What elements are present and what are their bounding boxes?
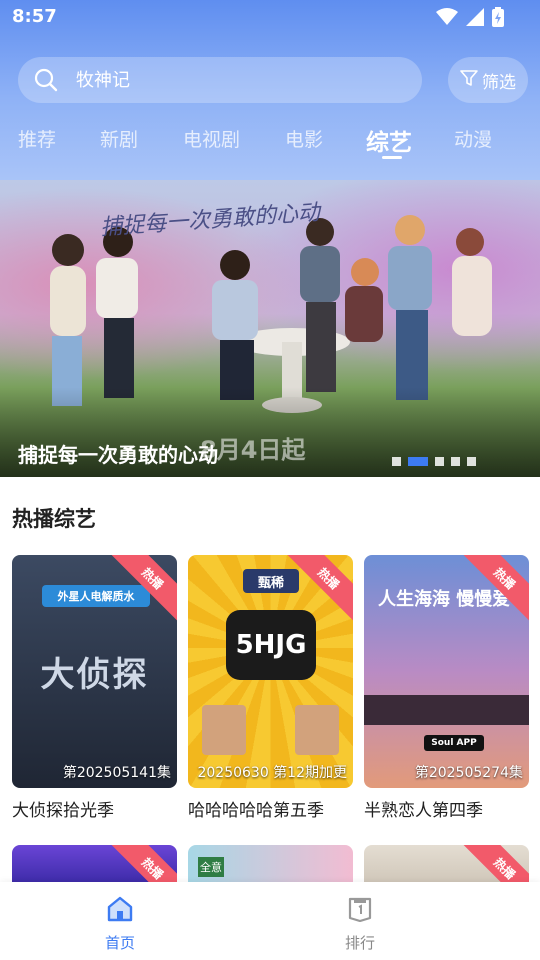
poster-sponsor: 外星人电解质水	[42, 585, 150, 607]
show-title[interactable]: 半熟恋人第四季	[364, 796, 529, 821]
banner-dot[interactable]	[467, 457, 476, 466]
filter-icon	[460, 69, 478, 92]
poster-logo-text: 大侦探	[40, 655, 149, 695]
search-box[interactable]	[18, 57, 422, 103]
status-bar: 8:57	[0, 0, 540, 34]
banner-dot[interactable]	[435, 457, 444, 466]
show-card[interactable]: 热播	[12, 845, 177, 885]
hot-badge: 热播	[460, 845, 529, 885]
hero-banner[interactable]: 捕捉每一次勇敢的心动 8月4日起 捕捉每一次勇敢的心动	[0, 180, 540, 477]
wifi-icon	[436, 8, 458, 26]
tab-active-indicator	[382, 156, 402, 159]
search-icon	[34, 67, 60, 93]
show-card[interactable]: 人生海海 慢慢爱 Soul APP 热播 第202505274集 半熟恋人第四季	[364, 555, 529, 821]
tab-movie[interactable]: 电影	[285, 125, 323, 152]
search-input[interactable]	[76, 69, 376, 91]
tab-new-drama[interactable]: 新剧	[100, 125, 138, 152]
episode-label: 第202505141集	[62, 765, 171, 781]
show-poster[interactable]: 人生海海 慢慢爱 Soul APP 热播 第202505274集	[364, 555, 529, 788]
banner-title: 捕捉每一次勇敢的心动	[18, 443, 218, 467]
filter-button[interactable]: 筛选	[448, 57, 528, 103]
banner-dot[interactable]	[392, 457, 401, 466]
tab-tv-series[interactable]: 电视剧	[183, 125, 240, 152]
nav-ranking-label: 排行	[344, 934, 375, 952]
poster-sponsor: Soul APP	[424, 735, 484, 751]
tab-variety[interactable]: 综艺	[366, 123, 412, 157]
bottom-navigation: 首页 排行	[0, 882, 540, 960]
banner-pagination	[392, 457, 476, 466]
signal-icon	[466, 8, 484, 26]
show-card[interactable]: 热播	[364, 845, 529, 885]
home-icon	[106, 896, 134, 926]
filter-label: 筛选	[482, 72, 516, 93]
section-title-hot-variety: 热播综艺	[12, 507, 96, 531]
nav-home[interactable]: 首页	[80, 896, 160, 953]
banner-dot[interactable]	[451, 457, 460, 466]
status-icons	[436, 7, 504, 27]
poster-sponsor: 甄稀	[243, 569, 299, 593]
nav-home-label: 首页	[104, 934, 135, 952]
nav-ranking[interactable]: 排行	[320, 896, 400, 953]
show-card[interactable]: 外星人电解质水 大侦探 热播 第202505141集 大侦探拾光季	[12, 555, 177, 821]
show-title[interactable]: 大侦探拾光季	[12, 796, 177, 821]
poster-logo-text: 5HJG	[226, 610, 316, 680]
episode-label: 第202505274集	[414, 765, 523, 781]
battery-icon	[492, 7, 504, 27]
banner-dot-active[interactable]	[408, 457, 428, 466]
ranking-icon	[346, 896, 374, 926]
status-time: 8:57	[12, 6, 57, 27]
show-card[interactable]: 甄稀 5HJG 热播 20250630 第12期加更 哈哈哈哈哈第五季	[188, 555, 353, 821]
search-row: 筛选	[18, 57, 528, 103]
category-tabs: 推荐 新剧 电视剧 电影 综艺 动漫	[0, 120, 540, 170]
poster-logo-text: 全意	[198, 857, 224, 877]
episode-label: 20250630 第12期加更	[197, 765, 347, 781]
hot-badge: 热播	[108, 845, 177, 885]
show-poster[interactable]: 甄稀 5HJG 热播 20250630 第12期加更	[188, 555, 353, 788]
show-title[interactable]: 哈哈哈哈哈第五季	[188, 796, 353, 821]
tab-anime[interactable]: 动漫	[454, 125, 492, 152]
show-poster[interactable]: 外星人电解质水 大侦探 热播 第202505141集	[12, 555, 177, 788]
header-background: 8:57 筛选 推荐 新剧 电视	[0, 0, 540, 180]
tab-recommend[interactable]: 推荐	[18, 125, 56, 152]
show-card[interactable]: 全意	[188, 845, 353, 885]
